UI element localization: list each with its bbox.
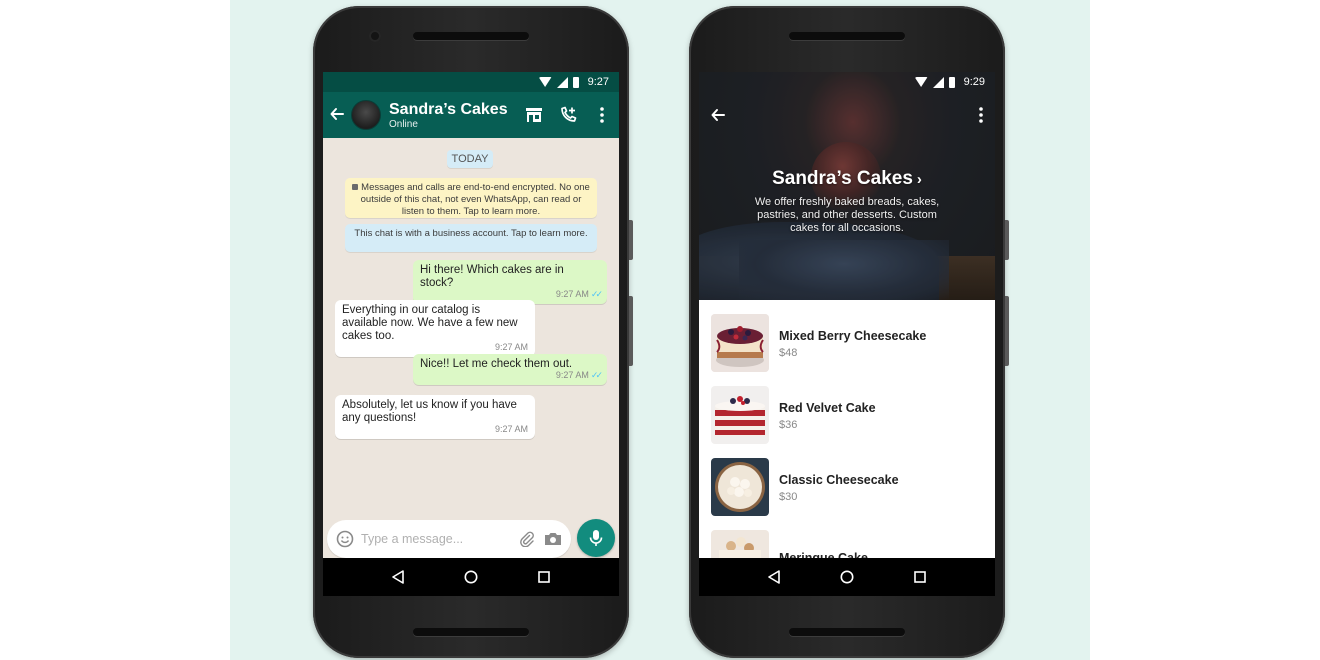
message-text: Nice!! Let me check them out. [420,358,573,370]
storefront-icon[interactable] [517,92,551,138]
chevron-right-icon: › [916,171,922,188]
status-bar: 9:29 [699,72,995,92]
back-arrow-icon[interactable] [711,108,725,127]
power-button [1005,296,1009,366]
message-time: 9:27 AM [494,424,528,434]
phone-chat: 9:27 Sandra’s Cakes Online TODAY Message… [313,6,633,658]
product-thumbnail [711,530,769,558]
camera-icon[interactable] [543,529,563,549]
message-time: 9:27 AM [555,289,589,299]
product-name: Classic Cheesecake [779,472,899,487]
earpiece-speaker [413,32,529,40]
message-text: Hi there! Which cakes are in stock? [420,264,564,289]
message-bubble-outgoing[interactable]: Nice!! Let me check them out. 9:27 AM ✓✓ [413,354,607,385]
catalog-item[interactable]: Red Velvet Cake $36 [711,386,991,444]
product-thumbnail [711,458,769,516]
nav-back-icon[interactable] [388,567,408,587]
business-name: Sandra’s Cakes [772,168,913,189]
catalog-toolbar [699,92,995,142]
battery-icon [572,76,579,88]
catalog-item[interactable]: Classic Cheesecake $30 [711,458,991,516]
business-description: We offer freshly baked breads, cakes, pa… [754,196,940,234]
nav-recents-icon[interactable] [910,567,930,587]
encryption-notice[interactable]: Messages and calls are end-to-end encryp… [345,178,597,218]
product-info: Mixed Berry Cheesecake $48 [779,328,926,359]
signal-icon [556,76,568,88]
product-info: Meringue Cake [779,550,868,559]
date-separator: TODAY [447,150,493,168]
nav-back-icon[interactable] [764,567,784,587]
microphone-icon [589,530,603,546]
product-price: $48 [779,346,798,359]
more-vertical-icon[interactable] [979,106,983,128]
message-bubble-outgoing[interactable]: Hi there! Which cakes are in stock? 9:27… [413,260,607,304]
catalog-item[interactable]: Mixed Berry Cheesecake $48 [711,314,991,372]
bottom-speaker [413,628,529,636]
bottom-speaker [789,628,905,636]
volume-button [1005,220,1009,260]
message-time: 9:27 AM [555,370,589,380]
message-composer: Type a message... [327,520,571,558]
add-call-icon[interactable] [551,92,585,138]
read-ticks-icon: ✓✓ [590,289,603,299]
message-time: 9:27 AM [494,342,528,352]
phone-catalog: 9:29 Sandra’s Cakes › We offer freshly ba… [689,6,1009,658]
read-ticks-icon: ✓✓ [590,370,603,380]
power-button [629,296,633,366]
nav-home-icon[interactable] [461,567,481,587]
message-meta: 9:27 AM [495,341,528,354]
android-nav-bar [323,558,619,596]
message-bubble-incoming[interactable]: Absolutely, let us know if you have any … [335,395,535,439]
catalog-item[interactable]: Meringue Cake [711,530,991,558]
chat-header: Sandra’s Cakes Online [323,92,619,138]
nav-recents-icon[interactable] [534,567,554,587]
front-camera [369,30,381,42]
lock-icon [352,184,359,190]
catalog-screen: 9:29 Sandra’s Cakes › We offer freshly ba… [699,72,995,596]
more-vertical-icon[interactable] [585,92,619,138]
message-text: Absolutely, let us know if you have any … [342,399,517,424]
message-text: Everything in our catalog is available n… [342,304,518,342]
android-nav-bar [699,558,995,596]
status-bar: 9:27 [323,72,619,92]
contact-status: Online [389,118,418,130]
wifi-icon [914,77,928,87]
attachment-icon[interactable] [517,529,537,549]
product-thumbnail [711,386,769,444]
product-info: Red Velvet Cake $36 [779,400,876,431]
volume-button [629,220,633,260]
chat-body: TODAY Messages and calls are end-to-end … [323,138,619,518]
message-input[interactable]: Type a message... [355,532,511,546]
encryption-notice-text: Messages and calls are end-to-end encryp… [360,182,590,217]
back-arrow-icon[interactable] [323,105,351,126]
emoji-icon[interactable] [335,529,355,549]
business-notice[interactable]: This chat is with a business account. Ta… [345,224,597,252]
message-meta: 9:27 AM [495,423,528,436]
contact-info[interactable]: Sandra’s Cakes Online [389,101,517,130]
product-info: Classic Cheesecake $30 [779,472,899,503]
business-name-link[interactable]: Sandra’s Cakes › [699,168,995,190]
status-time: 9:27 [587,76,609,88]
contact-name: Sandra’s Cakes [389,100,508,118]
product-name: Red Velvet Cake [779,400,876,415]
product-name: Mixed Berry Cheesecake [779,328,927,343]
status-time: 9:29 [963,76,985,88]
catalog-list: Mixed Berry Cheesecake $48 Red Velvet Ca… [699,300,995,558]
battery-icon [948,76,955,88]
wifi-icon [538,77,552,87]
message-meta: 9:27 AM ✓✓ [555,288,603,301]
stage: 9:27 Sandra’s Cakes Online TODAY Message… [0,0,1320,660]
product-thumbnail [711,314,769,372]
chat-screen: 9:27 Sandra’s Cakes Online TODAY Message… [323,72,619,596]
nav-home-icon[interactable] [837,567,857,587]
product-name: Meringue Cake [779,550,868,559]
earpiece-speaker [789,32,905,40]
microphone-button[interactable] [577,519,615,557]
product-price: $36 [779,418,798,431]
message-bubble-incoming[interactable]: Everything in our catalog is available n… [335,300,535,357]
avatar[interactable] [351,100,381,130]
product-price: $30 [779,490,798,503]
message-meta: 9:27 AM ✓✓ [555,369,603,382]
signal-icon [932,76,944,88]
